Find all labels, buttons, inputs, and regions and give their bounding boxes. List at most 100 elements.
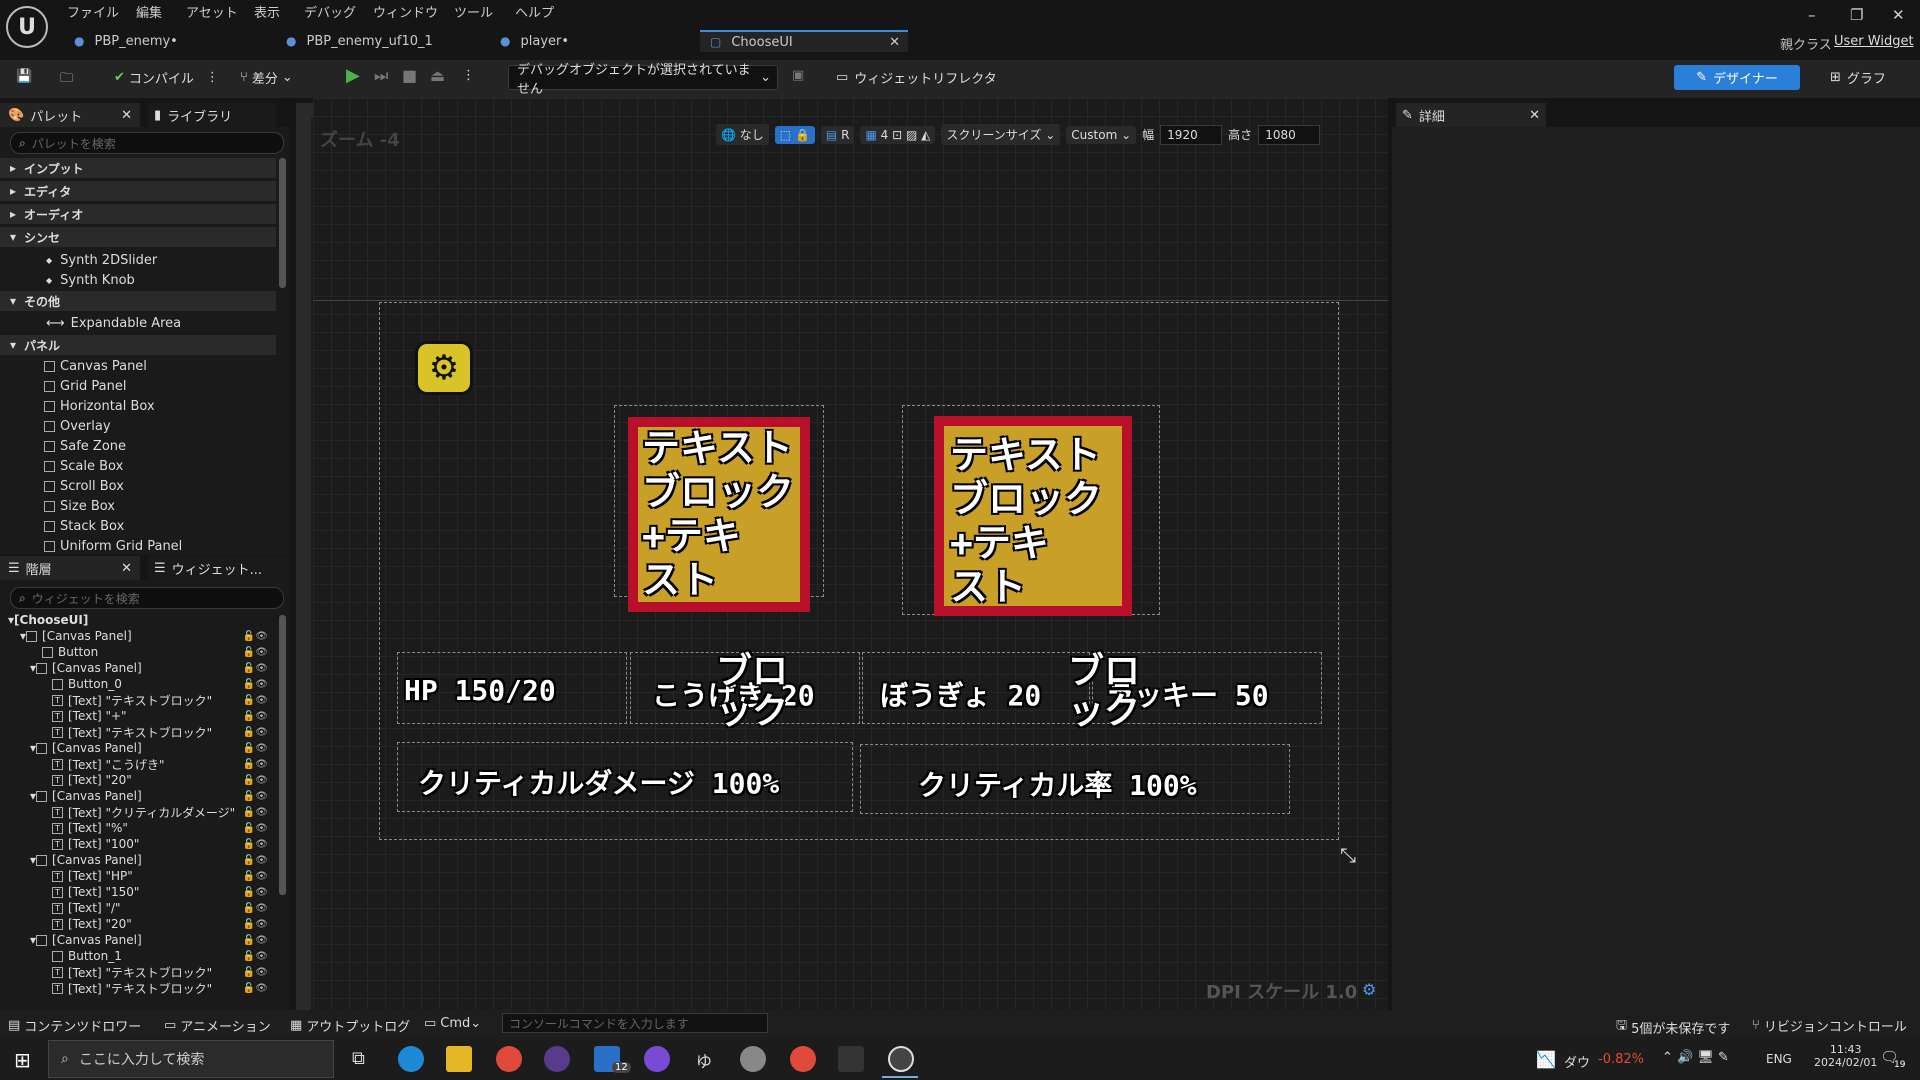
snap-toggle[interactable]: ⬚ 🔒: [774, 125, 815, 144]
eject-icon[interactable]: ⏏: [430, 66, 445, 85]
category-panel[interactable]: ▾ パネル: [0, 335, 276, 355]
tree-row[interactable]: ▾ [Canvas Panel] 🔓👁: [0, 932, 278, 948]
eye-icon[interactable]: 🔓👁: [243, 759, 268, 770]
compile-button[interactable]: ✔ コンパイル ⋮: [114, 68, 219, 87]
hierarchy-scrollbar[interactable]: [279, 615, 286, 895]
output-log-button[interactable]: ▦ アウトプットログ: [290, 1016, 410, 1035]
tree-row[interactable]: Button_1 🔓👁: [0, 948, 278, 964]
palette-item[interactable]: Grid Panel: [44, 377, 127, 395]
close-tab-icon[interactable]: ✕: [889, 35, 900, 50]
tree-row[interactable]: T [Text] "100" 🔓👁: [0, 836, 278, 852]
palette-item[interactable]: ⟷ Expandable Area: [46, 314, 181, 332]
taskbar-search-input[interactable]: ⌕ ここに入力して検索: [48, 1040, 334, 1078]
tree-row[interactable]: ▾ [Canvas Panel] 🔓👁: [0, 660, 278, 676]
tree-row[interactable]: ▾ [Canvas Panel] 🔓👁: [0, 788, 278, 804]
clock[interactable]: 11:43 2024/02/01: [1814, 1043, 1877, 1069]
eye-icon[interactable]: 🔓👁: [243, 903, 268, 914]
close-panel-icon[interactable]: ✕: [121, 108, 132, 123]
palette-item[interactable]: Scroll Box: [44, 477, 124, 495]
revision-control-button[interactable]: ⑂ リビジョンコントロール: [1752, 1016, 1907, 1035]
custom-size-dropdown[interactable]: Custom ⌄: [1066, 125, 1137, 144]
tray-icons[interactable]: ⌃ 🔊 🖥 ✎: [1662, 1050, 1729, 1065]
step-icon[interactable]: ⏭: [374, 66, 388, 86]
hierarchy-search-input[interactable]: ⌕ ウィジェットを検索: [10, 587, 284, 609]
app-icon[interactable]: [740, 1046, 766, 1072]
palette-item[interactable]: Safe Zone: [44, 437, 126, 455]
category-editor[interactable]: ▸ エディタ: [0, 181, 276, 201]
eye-icon[interactable]: 🔓👁: [243, 967, 268, 978]
tree-row[interactable]: T [Text] "20" 🔓👁: [0, 916, 278, 932]
unsaved-button[interactable]: 🖫 5個が未保存です: [1616, 1016, 1730, 1038]
eye-icon[interactable]: 🔓👁: [243, 679, 268, 690]
eye-icon[interactable]: 🔓👁: [243, 807, 268, 818]
epic-games-icon[interactable]: [838, 1046, 864, 1072]
palette-item[interactable]: Scale Box: [44, 457, 123, 475]
tab-pbp-enemy[interactable]: ● PBP_enemy•: [74, 30, 178, 52]
settings-gear-icon[interactable]: ⚙: [415, 341, 473, 395]
eye-icon[interactable]: 🔓👁: [243, 855, 268, 866]
palette-item[interactable]: Overlay: [44, 417, 111, 435]
eye-icon[interactable]: 🔓👁: [243, 919, 268, 930]
eye-icon[interactable]: 🔓👁: [243, 631, 268, 642]
content-drawer-button[interactable]: ▤ コンテンツドロワー: [8, 1016, 141, 1035]
eye-icon[interactable]: 🔓👁: [243, 887, 268, 898]
menu-file[interactable]: ファイル: [67, 2, 119, 22]
eye-icon[interactable]: 🔓👁: [243, 743, 268, 754]
tree-row[interactable]: T [Text] "テキストブロック" 🔓👁: [0, 724, 278, 740]
tree-row[interactable]: T [Text] "HP" 🔓👁: [0, 868, 278, 884]
minimize-icon[interactable]: –: [1808, 6, 1816, 24]
menu-help[interactable]: ヘルプ: [515, 2, 554, 22]
tree-row[interactable]: ▾ [Canvas Panel] 🔓👁: [0, 628, 278, 644]
eye-icon[interactable]: 🔓👁: [243, 871, 268, 882]
widget-reflector-button[interactable]: ▭ ウィジェットリフレクタ: [836, 68, 997, 87]
debug-object-select[interactable]: デバッグオブジェクトが選択されていません ⌄: [508, 63, 778, 97]
palette-item[interactable]: Size Box: [44, 497, 115, 515]
windows-start-icon[interactable]: ⊞: [14, 1048, 31, 1072]
eye-icon[interactable]: 🔓👁: [243, 935, 268, 946]
eye-icon[interactable]: 🔓👁: [243, 647, 268, 658]
menu-debug[interactable]: デバッグ: [304, 2, 356, 22]
unreal-engine-icon[interactable]: [888, 1046, 914, 1072]
tree-row[interactable]: ▾ [Canvas Panel] 🔓👁: [0, 740, 278, 756]
eye-icon[interactable]: 🔓👁: [243, 823, 268, 834]
console-input[interactable]: コンソールコマンドを入力します: [502, 1013, 768, 1033]
menu-tools[interactable]: ツール: [454, 2, 493, 22]
tree-row[interactable]: T [Text] "テキストブロック" 🔓👁: [0, 964, 278, 980]
media-player-icon[interactable]: [544, 1046, 570, 1072]
tree-row[interactable]: T [Text] "/" 🔓👁: [0, 900, 278, 916]
hierarchy-tab[interactable]: ☰ 階層 ✕: [0, 556, 140, 580]
respect-locks-toggle[interactable]: ▤ R: [820, 125, 855, 144]
tree-row[interactable]: T [Text] "テキストブロック" 🔓👁: [0, 980, 278, 996]
localization-button[interactable]: 🌐 なし: [716, 124, 769, 145]
palette-item[interactable]: ◆ Synth 2DSlider: [46, 251, 157, 269]
eye-icon[interactable]: 🔓👁: [243, 711, 268, 722]
details-tab[interactable]: ✎ 詳細 ✕: [1396, 103, 1546, 127]
tree-row[interactable]: T [Text] "%" 🔓👁: [0, 820, 278, 836]
play-icon[interactable]: ▶: [346, 65, 360, 86]
tab-pbp-enemy-uf10[interactable]: ● PBP_enemy_uf10_1: [286, 30, 433, 52]
screen-size-dropdown[interactable]: スクリーンサイズ ⌄: [941, 124, 1061, 145]
eye-icon[interactable]: 🔓👁: [243, 839, 268, 850]
unreal-logo-icon[interactable]: U: [6, 6, 48, 48]
restore-icon[interactable]: ❐: [1850, 6, 1863, 24]
tab-chooseui[interactable]: ▢ ChooseUI ✕: [700, 30, 908, 52]
save-icon[interactable]: 💾: [16, 69, 32, 84]
resize-handle-icon[interactable]: ⤡: [1340, 843, 1356, 867]
palette-scrollbar[interactable]: [279, 158, 286, 288]
eye-icon[interactable]: 🔓👁: [243, 775, 268, 786]
close-panel-icon[interactable]: ✕: [121, 561, 132, 576]
tree-row[interactable]: ▾ [Canvas Panel] 🔓👁: [0, 852, 278, 868]
parent-class-link[interactable]: User Widget: [1834, 34, 1914, 49]
tree-row[interactable]: T [Text] "+" 🔓👁: [0, 708, 278, 724]
designer-button[interactable]: ✎ デザイナー: [1674, 65, 1800, 90]
tree-row[interactable]: T [Text] "こうげき" 🔓👁: [0, 756, 278, 772]
tree-row[interactable]: T [Text] "クリティカルダメージ" 🔓👁: [0, 804, 278, 820]
menu-view[interactable]: 表示: [254, 2, 280, 22]
app-ya-icon[interactable]: ゆ: [696, 1048, 712, 1072]
eye-icon[interactable]: 🔓👁: [243, 791, 268, 802]
chrome-icon[interactable]: [496, 1046, 522, 1072]
category-audio[interactable]: ▸ オーディオ: [0, 204, 276, 224]
more-icon[interactable]: ⋮: [462, 68, 475, 83]
debug-filter-icon[interactable]: ▣: [792, 68, 804, 83]
diff-button[interactable]: ⑂ 差分 ⌄: [240, 68, 293, 87]
